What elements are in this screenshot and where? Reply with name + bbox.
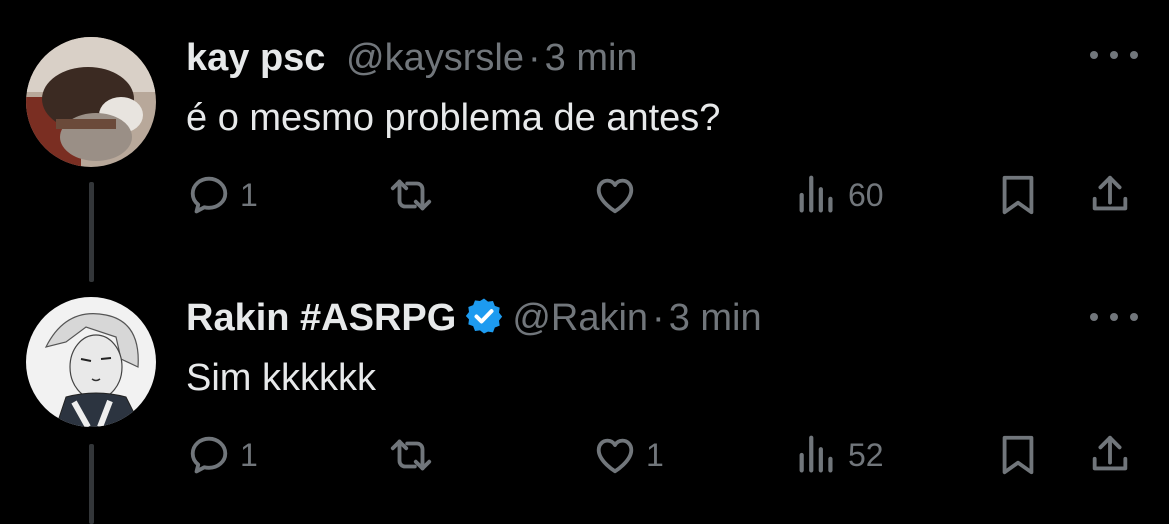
bookmark-icon	[1002, 175, 1034, 215]
retweet-icon	[390, 179, 432, 211]
display-name[interactable]: Rakin #ASRPG	[186, 297, 456, 339]
separator-dot: ·	[652, 297, 665, 339]
tweet-header: Rakin #ASRPG @Rakin · 3 min	[186, 296, 762, 340]
heart-icon	[596, 178, 634, 214]
like-button[interactable]	[592, 172, 638, 218]
reply-icon	[190, 436, 228, 474]
username-handle[interactable]: @Rakin	[512, 297, 648, 339]
tweet-text: Sim kkkkkk	[186, 357, 376, 399]
views-icon	[799, 175, 833, 213]
views-button[interactable]: 52	[794, 432, 884, 478]
avatar[interactable]	[26, 37, 156, 167]
bookmark-button[interactable]	[995, 432, 1041, 478]
thread-line	[89, 444, 94, 524]
bookmark-icon	[1002, 435, 1034, 475]
tweet-header: kay psc @kaysrsle · 3 min	[186, 36, 638, 80]
bookmark-button[interactable]	[995, 172, 1041, 218]
share-button[interactable]	[1087, 172, 1133, 218]
share-button[interactable]	[1087, 432, 1133, 478]
retweet-icon	[390, 439, 432, 471]
avatar[interactable]	[26, 297, 156, 427]
share-icon	[1092, 175, 1128, 211]
more-icon[interactable]	[1090, 302, 1138, 332]
more-icon[interactable]	[1090, 40, 1138, 70]
tweet[interactable]: Rakin #ASRPG @Rakin · 3 min Sim kkkkkk 1 1 …	[0, 260, 1169, 524]
reply-button[interactable]: 1	[186, 172, 258, 218]
reply-count: 1	[240, 176, 258, 213]
tweet[interactable]: kay psc @kaysrsle · 3 min é o mesmo proble…	[0, 0, 1169, 282]
like-count: 1	[646, 436, 664, 473]
view-count: 52	[848, 436, 884, 473]
retweet-button[interactable]	[388, 172, 434, 218]
share-icon	[1092, 435, 1128, 471]
like-button[interactable]: 1	[592, 432, 664, 478]
heart-icon	[596, 438, 634, 474]
verified-badge-icon[interactable]	[464, 296, 504, 336]
display-name[interactable]: kay psc	[186, 37, 325, 79]
timestamp[interactable]: 3 min	[669, 297, 762, 339]
reply-icon	[190, 176, 228, 214]
timestamp[interactable]: 3 min	[545, 37, 638, 79]
retweet-button[interactable]	[388, 432, 434, 478]
reply-count: 1	[240, 436, 258, 473]
view-count: 60	[848, 176, 884, 213]
views-button[interactable]: 60	[794, 172, 884, 218]
tweet-text: é o mesmo problema de antes?	[186, 97, 721, 139]
username-handle[interactable]: @kaysrsle	[346, 37, 524, 79]
reply-button[interactable]: 1	[186, 432, 258, 478]
separator-dot: ·	[527, 37, 541, 79]
views-icon	[799, 435, 833, 473]
